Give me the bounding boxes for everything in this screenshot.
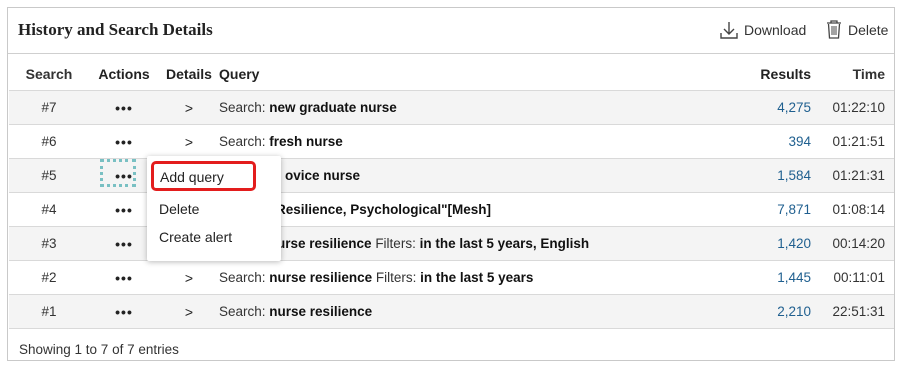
expand-details-icon[interactable]: > [185,270,193,286]
more-actions-icon[interactable]: ••• [115,236,133,252]
search-time: 01:08:14 [825,192,894,227]
search-time: 22:51:31 [825,294,894,329]
more-actions-icon[interactable]: ••• [115,270,133,286]
search-number: #3 [9,226,89,261]
query-term: urse resilience [277,236,372,251]
table-row: #1 ••• > Search: nurse resilience 2,210 … [9,294,894,329]
trash-icon [826,20,842,39]
actions-focus-highlight [100,159,136,187]
search-number: #2 [9,260,89,295]
table-row: #2 ••• > Search: nurse resilience Filter… [9,260,894,295]
history-table: Search Actions Details Query Results Tim… [9,58,894,329]
results-link[interactable]: 394 [731,124,825,159]
download-label: Download [744,22,807,38]
search-number: #7 [9,90,89,125]
actions-dropdown-menu: Add query Delete Create alert [147,156,281,261]
create-alert-menu-item[interactable]: Create alert [159,229,232,245]
filter-term: in the last 5 years, English [419,236,590,251]
query-term: nurse resilience [269,304,373,319]
add-query-menu-item[interactable]: Add query [151,161,256,191]
search-time: 01:22:10 [825,90,894,125]
more-actions-icon[interactable]: ••• [115,134,133,150]
more-actions-icon[interactable]: ••• [115,202,133,218]
search-number: #4 [9,192,89,227]
results-link[interactable]: 1,584 [731,158,825,193]
column-header-actions: Actions [98,66,150,82]
column-header-results[interactable]: Results [731,58,825,91]
query-term: ovice nurse [285,168,361,183]
results-link[interactable]: 2,210 [731,294,825,329]
table-row: #6 ••• > Search: fresh nurse 394 01:21:5… [9,124,894,159]
filter-term: in the last 5 years [420,270,534,285]
search-number: #6 [9,124,89,159]
search-number: #1 [9,294,89,329]
results-link[interactable]: 1,445 [731,260,825,295]
query-term: fresh nurse [269,134,343,149]
delete-label: Delete [848,21,889,38]
expand-details-icon[interactable]: > [185,100,193,116]
query-cell: Search: nurse resilience Filters: in the… [219,260,731,295]
expand-details-icon[interactable]: > [185,304,193,320]
query-cell: Search: nurse resilience [219,294,731,329]
query-cell: urse resilience Filters: in the last 5 y… [219,226,731,261]
more-actions-icon[interactable]: ••• [115,100,133,116]
column-header-query[interactable]: Query [219,58,731,91]
query-cell: Resilience, Psychological"[Mesh] [219,192,731,227]
delete-menu-item[interactable]: Delete [159,201,199,217]
table-row: #4 ••• Resilience, Psychological"[Mesh] … [9,192,894,227]
column-header-search[interactable]: Search [9,58,89,91]
history-panel: History and Search Details Download Dele… [7,7,895,361]
entries-summary: Showing 1 to 7 of 7 entries [19,342,179,357]
search-time: 00:14:20 [825,226,894,261]
table-row: #7 ••• > Search: new graduate nurse 4,27… [9,90,894,125]
query-term: Resilience, Psychological"[Mesh] [276,202,491,217]
delete-button[interactable]: Delete [826,20,888,39]
results-link[interactable]: 4,275 [731,90,825,125]
search-number: #5 [9,158,89,193]
column-header-details: Details [166,66,212,82]
table-row: #3 ••• urse resilience Filters: in the l… [9,226,894,261]
query-cell: ovice nurse [219,158,731,193]
table-row: #5 ••• ovice nurse 1,584 01:21:31 [9,158,894,193]
filter-label: Filters: [372,270,421,285]
expand-details-icon[interactable]: > [185,134,193,150]
panel-title: History and Search Details [18,20,213,39]
download-button[interactable]: Download [720,20,806,40]
more-actions-icon[interactable]: ••• [115,304,133,320]
search-time: 01:21:31 [825,158,894,193]
download-icon [720,20,738,40]
query-term: nurse resilience [269,270,373,285]
search-time: 00:11:01 [825,260,894,295]
query-cell: Search: fresh nurse [219,124,731,159]
results-link[interactable]: 7,871 [731,192,825,227]
panel-header: History and Search Details Download Dele… [8,8,894,54]
query-cell: Search: new graduate nurse [219,90,731,125]
results-link[interactable]: 1,420 [731,226,825,261]
column-header-time[interactable]: Time [825,58,894,91]
query-term: new graduate nurse [269,100,397,115]
filter-label: Filters: [371,236,420,251]
table-header-row: Search Actions Details Query Results Tim… [9,58,894,91]
search-time: 01:21:51 [825,124,894,159]
